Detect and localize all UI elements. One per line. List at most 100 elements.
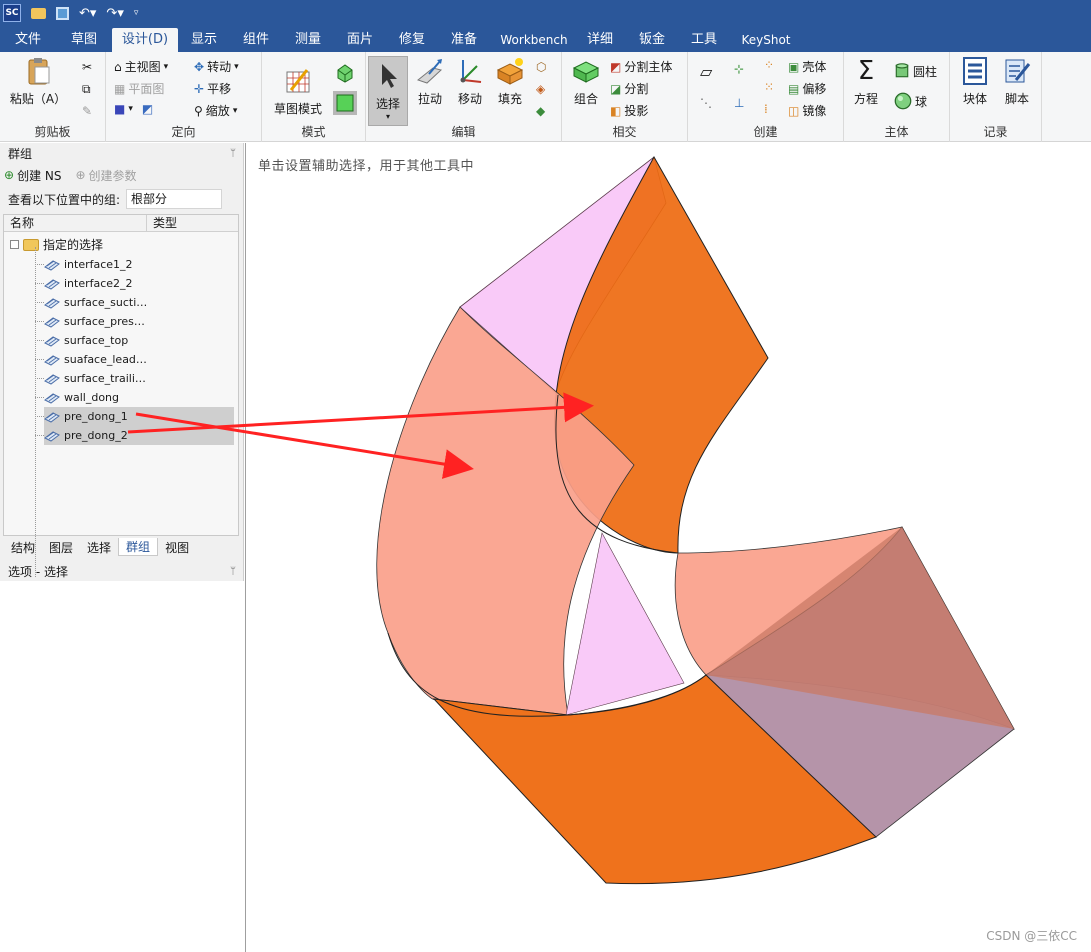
section-mode-icon[interactable] [334, 62, 356, 84]
block-button[interactable]: 块体 [958, 56, 992, 107]
save-icon[interactable] [56, 6, 69, 20]
tree-item[interactable]: surface_sucti… [44, 293, 234, 312]
cut-icon[interactable]: ✂ [82, 60, 92, 74]
tab-layers[interactable]: 图层 [42, 539, 80, 556]
redo-icon[interactable]: ↷▾ [106, 7, 123, 20]
tab-sheetmetal[interactable]: 钣金 [622, 28, 682, 52]
groups-panel-header: 群组 ᛘ [0, 144, 244, 164]
tab-views[interactable]: 视图 [158, 539, 196, 556]
pin-icon[interactable]: ᛘ [230, 144, 236, 164]
tab-facets[interactable]: 面片 [334, 28, 386, 52]
project-button[interactable]: ◧ 投影 [610, 102, 648, 119]
select-button[interactable]: 选择 ▾ [368, 56, 408, 126]
script-button[interactable]: 脚本 [1000, 56, 1034, 107]
mirror-button[interactable]: ◫ 镜像 [788, 102, 826, 119]
column-name-header[interactable]: 名称 [4, 215, 147, 231]
tree-item[interactable]: pre_dong_2 [44, 426, 234, 445]
view-cube-button[interactable]: ■ ▾ ◩ [114, 102, 153, 116]
move-button[interactable]: 移动 [452, 56, 488, 107]
tree-connector-tick [35, 302, 44, 303]
chevron-down-icon: ▾ [232, 105, 238, 116]
named-selection-icon [44, 411, 60, 423]
plan-view-button[interactable]: ▦ 平面图 [114, 80, 164, 97]
tree-connector-tick [35, 416, 44, 417]
tab-measure[interactable]: 测量 [282, 28, 334, 52]
sphere-button[interactable]: 球 [894, 92, 927, 110]
axis-icon[interactable]: ⋱ [700, 96, 712, 110]
zoom-button[interactable]: ⚲ 缩放 ▾ [194, 102, 237, 119]
tab-file[interactable]: 文件 [0, 28, 56, 52]
home-view-button[interactable]: ⌂ 主视图 ▾ [114, 58, 168, 75]
customize-icon[interactable]: ▿ [134, 8, 139, 18]
pink-lower-face[interactable] [565, 532, 685, 716]
tree-item[interactable]: surface_top [44, 331, 234, 350]
tab-structure[interactable]: 结构 [0, 539, 42, 556]
pin-icon[interactable]: ᛘ [230, 562, 236, 582]
plane-icon[interactable]: ▱ [700, 62, 712, 81]
combine-button[interactable]: 组合 [566, 56, 606, 107]
tab-sketch[interactable]: 草图 [56, 28, 112, 52]
cylinder-button[interactable]: 圆柱 [894, 62, 937, 80]
tree-item[interactable]: interface1_2 [44, 255, 234, 274]
design-viewport[interactable]: 单击设置辅助选择，用于其他工具中 CSDN @三依CC [245, 143, 1091, 952]
create-parameter-button[interactable]: ⊕ 创建参数 [75, 167, 136, 184]
paste-button[interactable]: 粘贴（A） [8, 56, 68, 107]
origin-icon[interactable]: ⊥ [734, 96, 744, 110]
tab-groups[interactable]: 群组 [118, 538, 159, 556]
column-type-header[interactable]: 类型 [147, 215, 177, 231]
equation-button[interactable]: Σ 方程 [850, 56, 882, 107]
chevron-down-icon: ▾ [234, 61, 239, 72]
tab-detail[interactable]: 详细 [578, 28, 622, 52]
tree-item[interactable]: pre_dong_1 [44, 407, 234, 426]
edit-group: 选择 ▾ 拉动 移动 填充 ⬡ ◈ ◆ 编辑 [366, 52, 562, 142]
tab-assembly[interactable]: 组件 [230, 28, 282, 52]
replace-icon[interactable]: ◆ [536, 104, 545, 118]
tab-prepare[interactable]: 准备 [438, 28, 490, 52]
menu-bar: 文件 草图 设计(D) 显示 组件 测量 面片 修复 准备 Workbench … [0, 26, 1091, 52]
tab-selection[interactable]: 选择 [80, 539, 118, 556]
shell-button[interactable]: ▣ 壳体 [788, 58, 826, 75]
tab-keyshot[interactable]: KeyShot [726, 28, 806, 52]
tree-root-named-selections[interactable]: 指定的选择 [10, 236, 103, 253]
tab-design[interactable]: 设计(D) [112, 28, 178, 52]
pattern-circular-icon[interactable]: ⁙ [764, 80, 774, 94]
point-icon[interactable]: ⊹ [734, 62, 744, 76]
copy-icon[interactable]: ⧉ [82, 82, 91, 97]
script-icon [1005, 59, 1031, 83]
blend-icon[interactable]: ⬡ [536, 60, 546, 74]
tab-tools[interactable]: 工具 [682, 28, 726, 52]
tab-repair[interactable]: 修复 [386, 28, 438, 52]
collapse-toggle[interactable] [10, 240, 19, 249]
format-painter-icon[interactable]: ✎ [82, 104, 92, 118]
create-ns-button[interactable]: ⊕ 创建 NS [4, 167, 61, 184]
pull-button[interactable]: 拉动 [412, 56, 448, 107]
fill-button[interactable]: 填充 [492, 56, 528, 107]
tab-workbench[interactable]: Workbench [490, 28, 578, 52]
split-icon: ◪ [610, 81, 622, 96]
split-body-button[interactable]: ◩ 分割主体 [610, 58, 672, 75]
pattern-linear-icon[interactable]: ⁘ [764, 58, 774, 72]
pan-button[interactable]: ✛ 平移 [194, 80, 231, 97]
chevron-down-icon: ▾ [128, 104, 133, 114]
split-button[interactable]: ◪ 分割 [610, 80, 648, 97]
3d-mode-icon[interactable] [332, 90, 358, 116]
open-icon[interactable] [31, 7, 46, 19]
named-selection-icon [44, 335, 60, 347]
3d-model-view[interactable] [246, 143, 1091, 952]
offset-button[interactable]: ▤ 偏移 [788, 80, 826, 97]
tab-display[interactable]: 显示 [178, 28, 230, 52]
tree-item[interactable]: interface2_2 [44, 274, 234, 293]
pattern-fill-icon[interactable]: ⁞ [764, 102, 768, 116]
spin-button[interactable]: ✥ 转动 ▾ [194, 58, 239, 75]
tweak-face-icon[interactable]: ◈ [536, 82, 545, 96]
tree-item[interactable]: wall_dong [44, 388, 234, 407]
tree-item[interactable]: surface_pres… [44, 312, 234, 331]
group-location-field[interactable]: 根部分 [126, 189, 223, 209]
named-selection-icon [44, 430, 60, 442]
tree-connector-tick [35, 378, 44, 379]
tree-item[interactable]: suaface_lead… [44, 350, 234, 369]
tree-item[interactable]: surface_traili… [44, 369, 234, 388]
group-location-row: 查看以下位置中的组: 根部分 [8, 189, 223, 209]
undo-icon[interactable]: ↶▾ [79, 7, 96, 20]
sketch-mode-button[interactable]: 草图模式 [270, 66, 326, 117]
